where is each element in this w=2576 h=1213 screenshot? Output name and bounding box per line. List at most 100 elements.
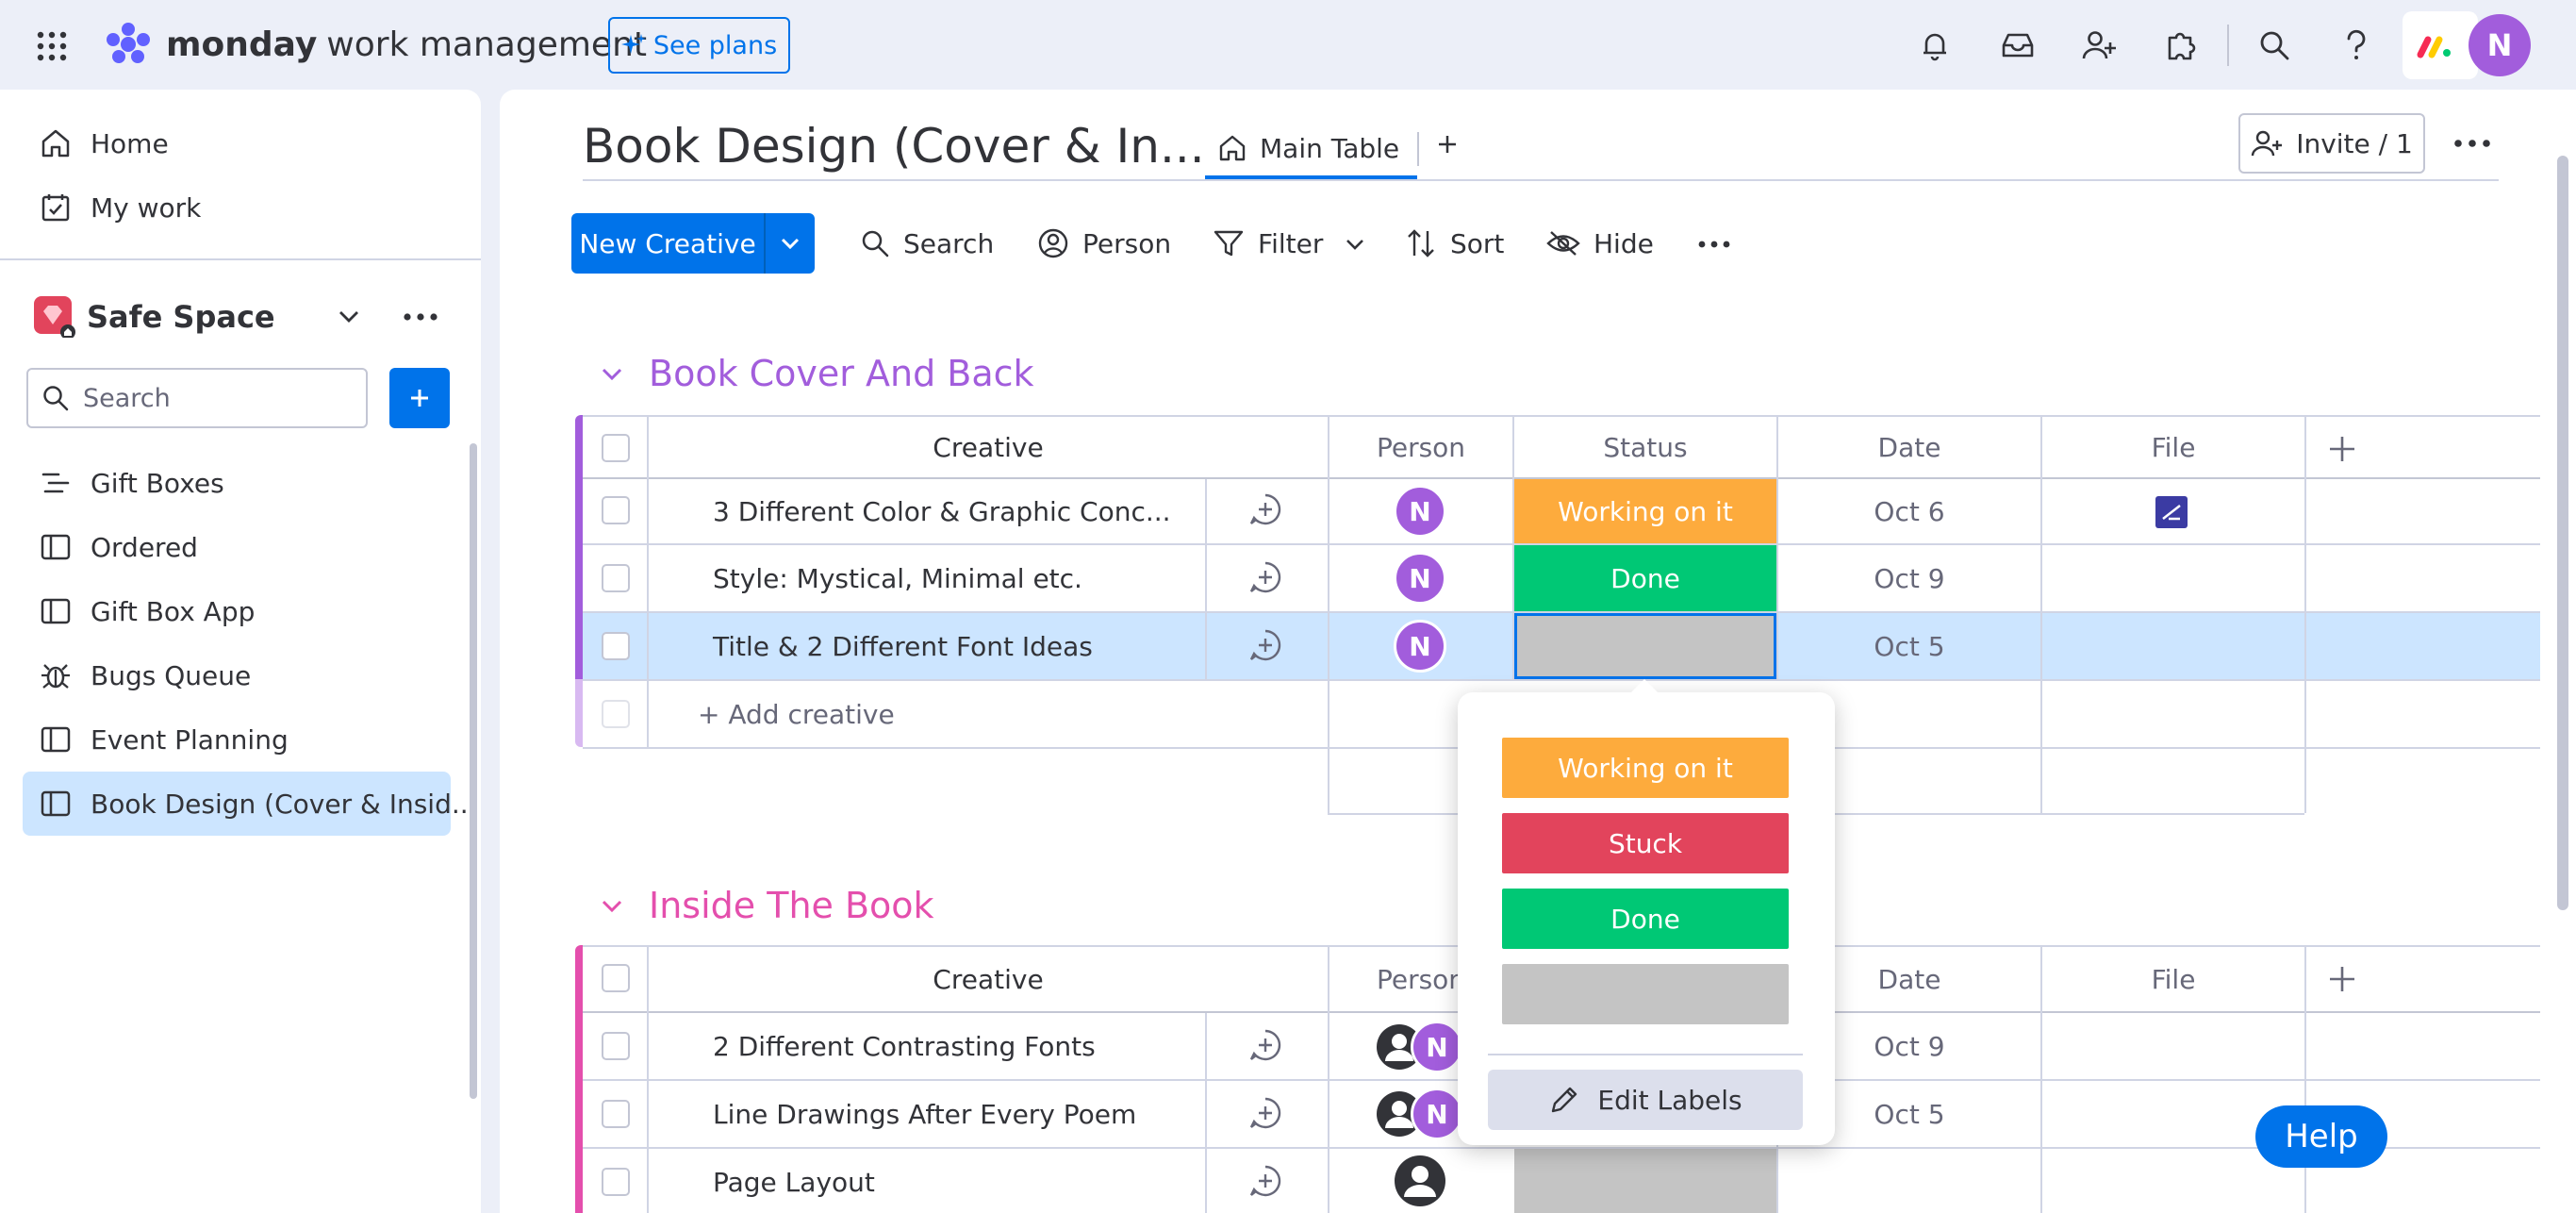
add-column-plus-icon[interactable]: [2325, 432, 2359, 466]
main-scrollbar[interactable]: [2557, 156, 2568, 910]
sidebar-search-input[interactable]: Search: [26, 368, 368, 428]
toolbar-sort-button[interactable]: Sort: [1405, 224, 1504, 262]
workspace-name[interactable]: Safe Space: [87, 296, 275, 338]
toolbar-filter-button[interactable]: Filter: [1213, 224, 1323, 262]
status-cell-editing[interactable]: [1514, 613, 1776, 679]
product-switcher[interactable]: [2403, 11, 2478, 79]
status-option-stuck[interactable]: Stuck: [1502, 813, 1789, 873]
eye-hidden-icon: [1546, 227, 1580, 259]
person-avatar[interactable]: N: [1394, 485, 1446, 538]
status-option-blank[interactable]: [1502, 964, 1789, 1024]
tab-main-table[interactable]: Main Table: [1205, 117, 1417, 179]
add-update-icon[interactable]: [1247, 1094, 1284, 1132]
see-plans-button[interactable]: See plans: [608, 17, 790, 74]
column-header-file[interactable]: File: [2042, 947, 2304, 1011]
person-avatar[interactable]: N: [1411, 1021, 1463, 1073]
invite-button[interactable]: Invite / 1: [2238, 113, 2425, 174]
column-header-date[interactable]: Date: [1778, 417, 2040, 477]
add-column-plus-icon[interactable]: [2325, 962, 2359, 996]
item-name[interactable]: 2 Different Contrasting Fonts: [713, 1013, 1096, 1079]
person-placeholder-avatar-icon[interactable]: [1394, 1155, 1446, 1207]
board-icon: [40, 531, 72, 563]
column-header-file[interactable]: File: [2042, 417, 2304, 477]
toolbar-person-button[interactable]: Person: [1037, 224, 1171, 262]
sidebar-scrollbar[interactable]: [470, 443, 477, 1099]
select-all-checkbox[interactable]: [600, 432, 632, 464]
sidebar-item-event-planning[interactable]: Event Planning: [23, 707, 451, 772]
date-cell[interactable]: Oct 9: [1778, 545, 2040, 611]
sidebar-item-book-design[interactable]: Book Design (Cover & Insid...: [23, 772, 477, 836]
file-thumbnail-icon[interactable]: [2155, 496, 2188, 528]
new-creative-chevron-down-icon[interactable]: [766, 213, 815, 274]
status-cell[interactable]: Done: [1514, 545, 1776, 611]
board-title[interactable]: Book Design (Cover & In...: [583, 113, 1205, 179]
filter-chevron-down-icon[interactable]: [1341, 230, 1369, 258]
sidebar-item-gift-boxes[interactable]: Gift Boxes: [23, 451, 451, 515]
row-checkbox[interactable]: [600, 1098, 632, 1130]
item-name[interactable]: Style: Mystical, Minimal etc.: [713, 545, 1082, 611]
help-question-icon[interactable]: [2336, 25, 2377, 66]
sidebar-my-work[interactable]: My work: [23, 175, 451, 240]
search-icon[interactable]: [2254, 25, 2295, 66]
column-header-person[interactable]: Person: [1329, 417, 1512, 477]
add-update-icon[interactable]: [1247, 490, 1284, 528]
add-update-icon[interactable]: [1247, 558, 1284, 596]
person-avatar[interactable]: N: [1411, 1088, 1463, 1140]
date-cell[interactable]: Oct 5: [1778, 613, 2040, 679]
item-name[interactable]: 3 Different Color & Graphic Conc...: [713, 479, 1171, 543]
add-board-button[interactable]: [389, 368, 450, 428]
toolbar-more-icon[interactable]: [1695, 230, 1733, 258]
toolbar-search-button[interactable]: Search: [860, 224, 994, 262]
workspace-more-icon[interactable]: [400, 300, 441, 334]
sidebar-home[interactable]: Home: [23, 111, 451, 175]
add-update-icon[interactable]: [1247, 1026, 1284, 1064]
group-collapse-chevron-icon[interactable]: [598, 892, 626, 921]
column-header-status[interactable]: Status: [1514, 417, 1776, 477]
help-button[interactable]: Help: [2255, 1105, 2387, 1168]
row-checkbox[interactable]: [600, 562, 632, 594]
notifications-bell-icon[interactable]: [1914, 25, 1956, 66]
user-avatar[interactable]: N: [2469, 14, 2531, 76]
grid-line: [2304, 945, 2306, 1213]
app-grid-icon[interactable]: [34, 28, 70, 64]
add-update-icon[interactable]: [1247, 1162, 1284, 1200]
row-checkbox[interactable]: [600, 1166, 632, 1198]
add-creative-input[interactable]: + Add creative: [698, 681, 895, 747]
edit-labels-button[interactable]: Edit Labels: [1488, 1070, 1803, 1130]
sidebar-item-bugs-queue[interactable]: Bugs Queue: [23, 643, 451, 707]
person-avatar[interactable]: N: [1394, 552, 1446, 605]
column-header-creative[interactable]: Creative: [649, 417, 1328, 477]
item-name[interactable]: Title & 2 Different Font Ideas: [713, 613, 1093, 679]
toolbar-person-label: Person: [1082, 227, 1172, 259]
add-update-icon[interactable]: [1247, 626, 1284, 664]
board-more-icon[interactable]: [2452, 128, 2493, 158]
select-all-checkbox[interactable]: [600, 962, 632, 994]
toolbar-hide-button[interactable]: Hide: [1546, 224, 1654, 262]
apps-puzzle-icon[interactable]: [2160, 25, 2202, 66]
sidebar-item-gift-box-app[interactable]: Gift Box App: [23, 579, 451, 643]
status-option-working-on-it[interactable]: Working on it: [1502, 738, 1789, 798]
board-icon: [40, 595, 72, 627]
item-name[interactable]: Page Layout: [713, 1149, 875, 1213]
date-cell[interactable]: Oct 6: [1778, 479, 2040, 543]
home-icon: [1218, 134, 1247, 162]
add-view-plus-icon[interactable]: [1431, 128, 1463, 160]
invite-person-icon: [2251, 128, 2283, 158]
item-name[interactable]: Line Drawings After Every Poem: [713, 1081, 1136, 1147]
person-avatar[interactable]: N: [1394, 620, 1446, 673]
row-checkbox[interactable]: [600, 494, 632, 526]
status-cell[interactable]: Working on it: [1514, 479, 1776, 543]
group-title[interactable]: Book Cover And Back: [649, 349, 1034, 398]
row-checkbox[interactable]: [600, 630, 632, 662]
new-creative-button[interactable]: New Creative: [571, 213, 764, 274]
column-header-creative[interactable]: Creative: [649, 947, 1328, 1011]
status-option-done[interactable]: Done: [1502, 889, 1789, 949]
group-title[interactable]: Inside The Book: [649, 881, 934, 930]
inbox-icon[interactable]: [1997, 25, 2039, 66]
invite-members-icon[interactable]: [2078, 25, 2120, 66]
status-cell[interactable]: [1514, 1149, 1776, 1213]
sidebar-item-ordered[interactable]: Ordered: [23, 515, 451, 579]
row-checkbox[interactable]: [600, 1030, 632, 1062]
workspace-chevron-down-icon[interactable]: [332, 300, 366, 334]
group-collapse-chevron-icon[interactable]: [598, 360, 626, 389]
